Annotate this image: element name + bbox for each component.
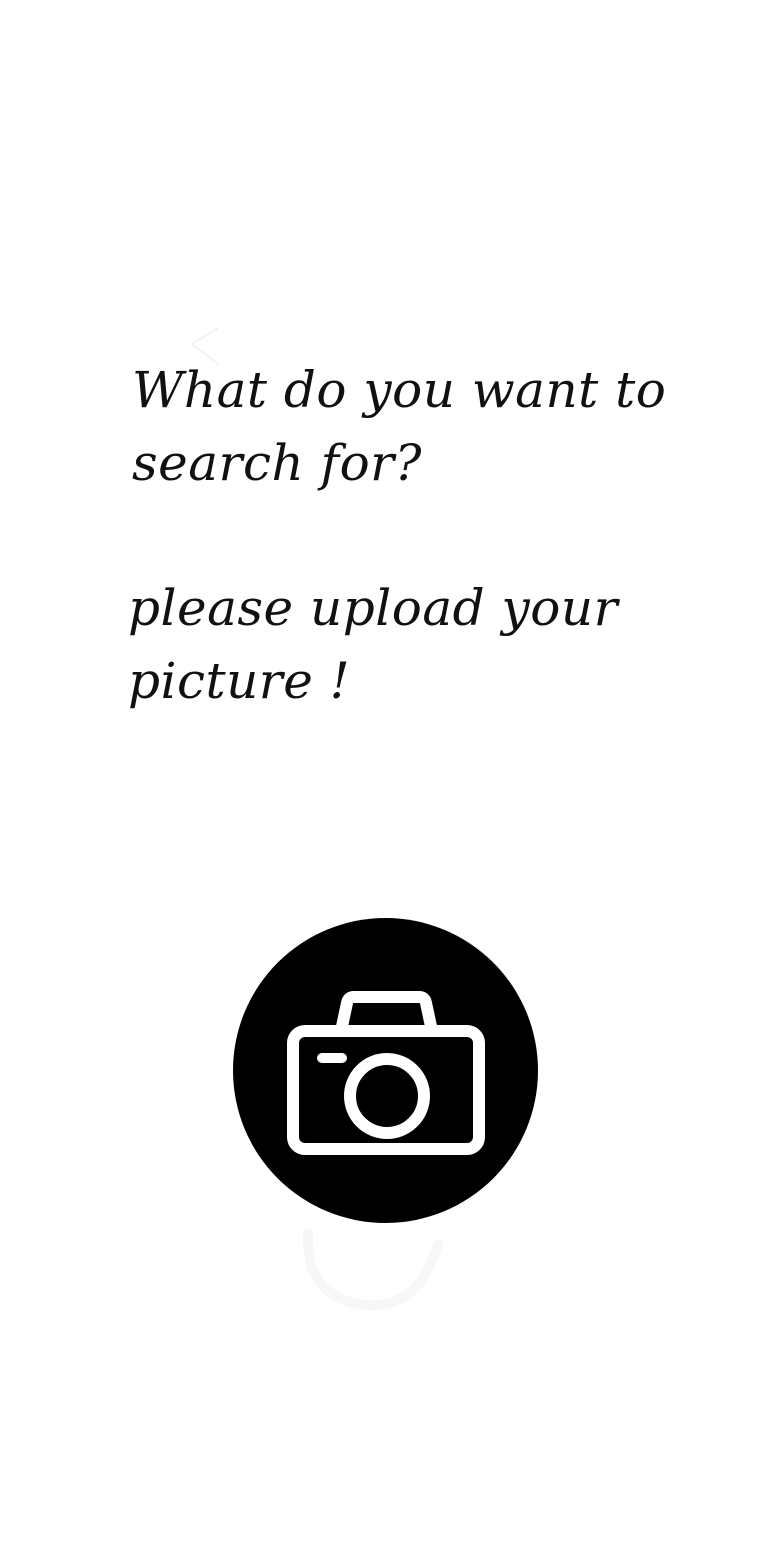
upload-instruction: please upload your picture ! <box>128 572 688 718</box>
faint-watermark-icon <box>302 1229 443 1311</box>
search-prompt-line-2: search for? <box>132 434 422 492</box>
upload-instruction-line-1: please upload your <box>128 579 619 637</box>
camera-icon <box>286 990 485 1155</box>
search-prompt-line-1: What do you want to <box>132 361 667 419</box>
search-prompt: What do you want to search for? <box>132 354 672 500</box>
upload-picture-button[interactable] <box>233 918 538 1223</box>
upload-screen: What do you want to search for? please u… <box>0 0 770 1542</box>
upload-instruction-line-2: picture ! <box>128 652 351 710</box>
